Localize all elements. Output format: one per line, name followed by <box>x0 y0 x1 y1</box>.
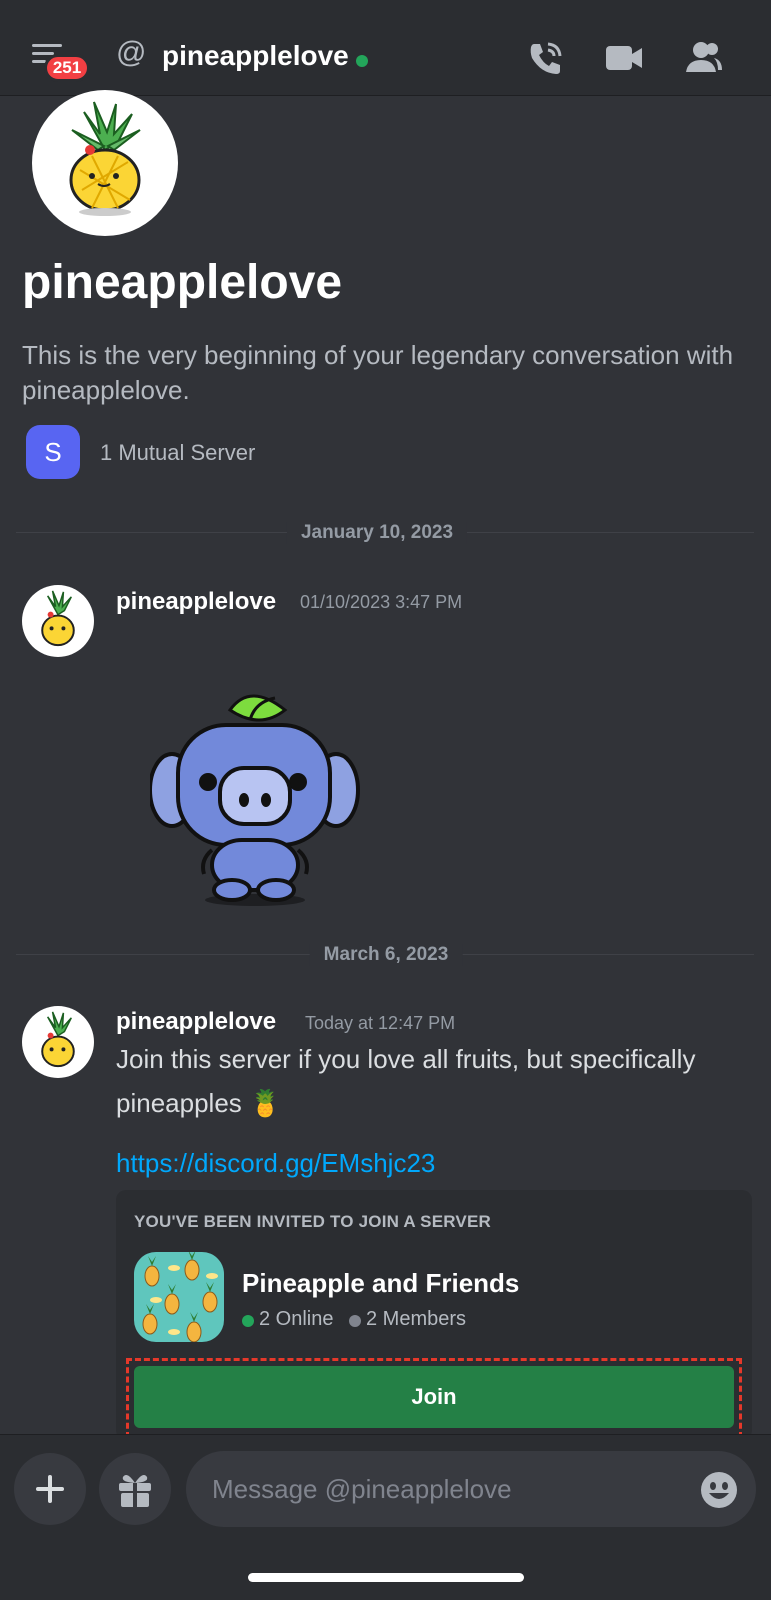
message-avatar[interactable] <box>22 1006 94 1078</box>
wumpus-sticker[interactable] <box>148 690 370 920</box>
voice-call-icon[interactable] <box>526 38 566 78</box>
conversation-intro: This is the very beginning of your legen… <box>22 340 734 405</box>
pineapple-avatar-image <box>69 101 141 216</box>
add-attachment-button[interactable] <box>14 1453 86 1525</box>
online-dot <box>242 1315 254 1327</box>
channel-title[interactable]: pineapplelove <box>162 40 349 72</box>
profile-name: pineapplelove <box>22 256 343 309</box>
notification-badge: 251 <box>44 54 90 82</box>
pineapple-avatar-image <box>41 1011 75 1068</box>
message-avatar[interactable] <box>22 585 94 657</box>
server-icon[interactable] <box>134 1252 224 1342</box>
date-divider-label: March 6, 2023 <box>309 944 463 966</box>
member-count: 2 Members <box>366 1308 467 1330</box>
pineapple-pattern-image <box>142 1252 218 1342</box>
home-indicator <box>248 1573 524 1582</box>
top-bar: 251 @ pineapplelove <box>0 0 771 96</box>
members-icon[interactable] <box>684 38 724 78</box>
message-text: Join this server if you love all fruits,… <box>116 1044 696 1118</box>
mutual-servers-label[interactable]: 1 Mutual Server <box>100 440 255 466</box>
menu-button[interactable]: 251 <box>26 36 96 86</box>
message-author[interactable]: pineapplelove <box>116 1008 276 1036</box>
message-timestamp: Today at 12:47 PM <box>305 1013 456 1033</box>
gift-button[interactable] <box>99 1453 171 1525</box>
invite-heading: YOU'VE BEEN INVITED TO JOIN A SERVER <box>134 1212 491 1231</box>
at-icon: @ <box>116 36 147 69</box>
join-button[interactable]: Join <box>134 1366 734 1428</box>
invite-link[interactable]: https://discord.gg/EMshjc23 <box>116 1148 435 1179</box>
date-divider-label: January 10, 2023 <box>286 522 468 544</box>
message-author[interactable]: pineapplelove <box>116 588 276 616</box>
plus-icon <box>36 1475 64 1503</box>
profile-avatar[interactable] <box>32 90 178 236</box>
server-invite-card: YOU'VE BEEN INVITED TO JOIN A SERVER Pin… <box>116 1190 752 1440</box>
message-timestamp: 01/10/2023 3:47 PM <box>300 592 463 612</box>
members-dot <box>349 1315 361 1327</box>
mutual-server-icon[interactable]: S <box>26 425 80 479</box>
video-call-icon[interactable] <box>604 38 644 78</box>
online-count: 2 Online <box>259 1308 334 1330</box>
online-status-dot <box>356 55 368 67</box>
message-input[interactable] <box>186 1451 756 1527</box>
emoji-icon[interactable] <box>700 1471 738 1509</box>
message-composer <box>0 1434 771 1600</box>
gift-icon <box>119 1475 151 1507</box>
pineapple-avatar-image <box>41 590 75 647</box>
server-name: Pineapple and Friends <box>242 1268 520 1298</box>
